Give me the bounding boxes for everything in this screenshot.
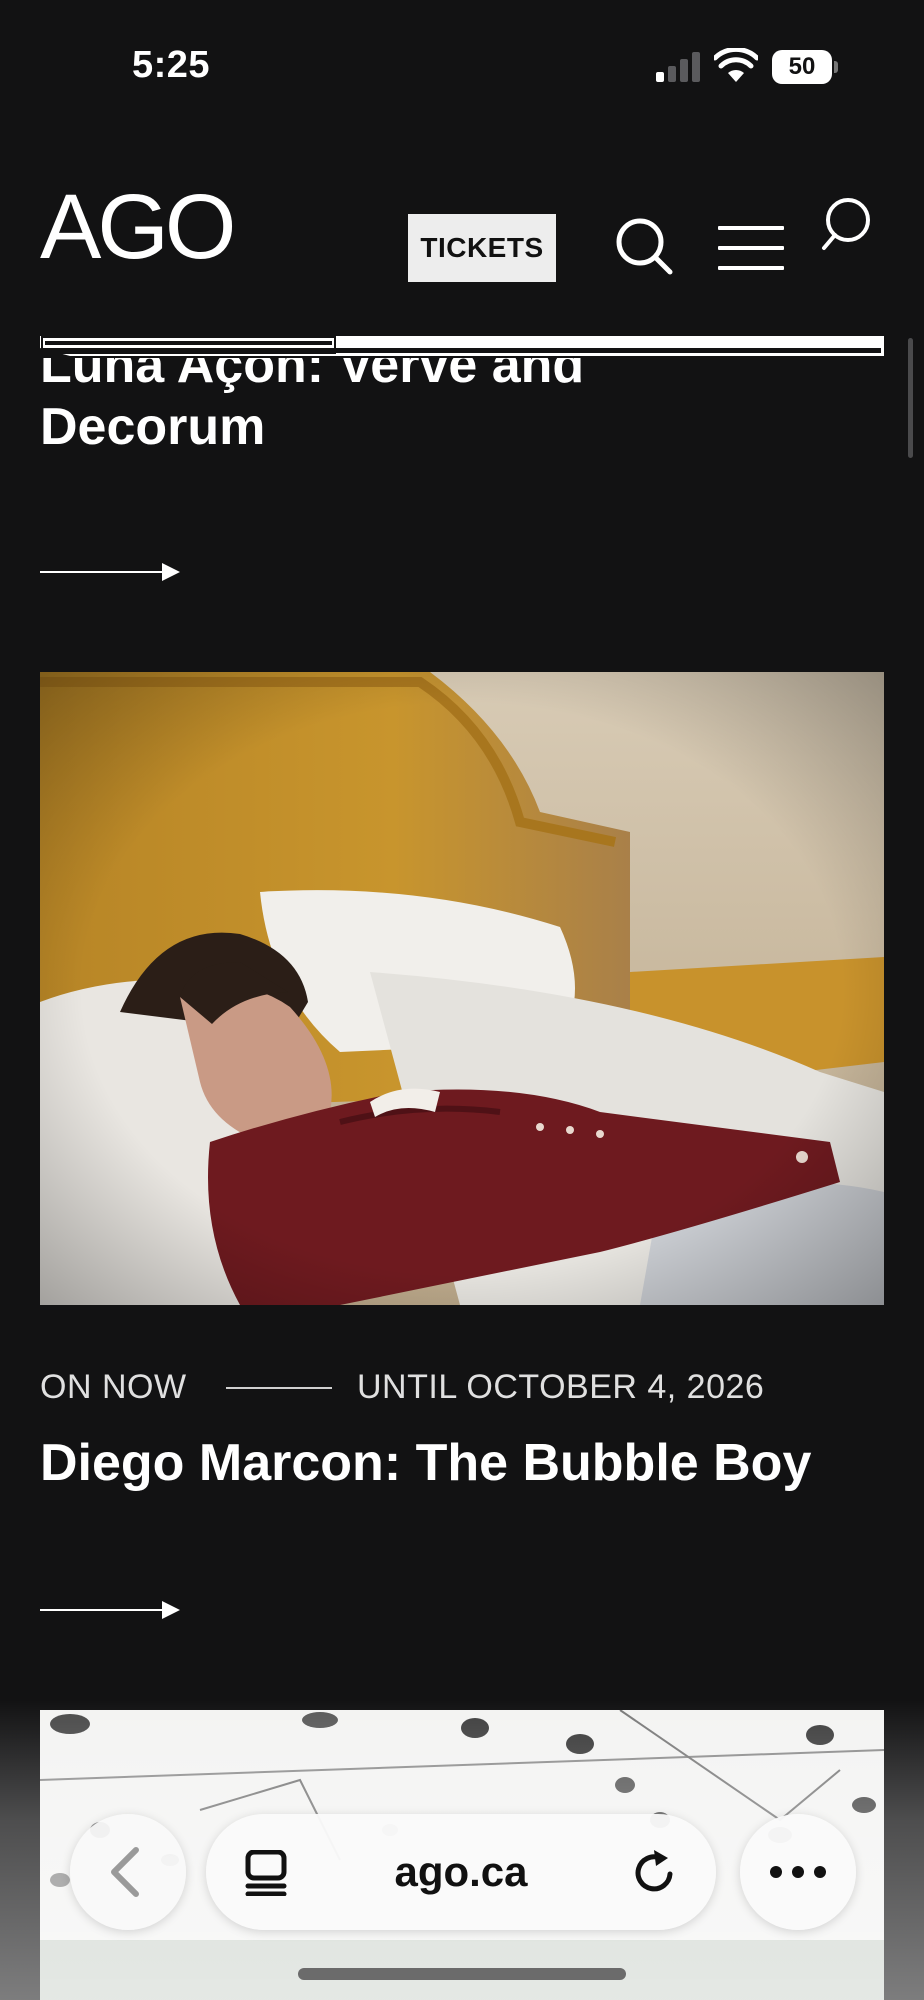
page-scrollbar[interactable] bbox=[908, 338, 913, 458]
page: 5:25 50 AGO TICKETS Luna Açon: Verve and… bbox=[0, 0, 924, 2000]
tickets-button[interactable]: TICKETS bbox=[408, 214, 556, 282]
article-meta: ON NOW UNTIL OCTOBER 4, 2026 bbox=[40, 1368, 900, 1412]
status-time: 5:25 bbox=[132, 44, 211, 86]
cellular-signal-icon bbox=[656, 50, 702, 82]
battery-level: 50 bbox=[788, 53, 816, 80]
more-button[interactable] bbox=[740, 1814, 856, 1930]
search-icon[interactable] bbox=[614, 216, 674, 276]
article-title-line-2[interactable]: Decorum bbox=[40, 396, 880, 458]
status-bar: 5:25 50 bbox=[0, 0, 924, 140]
status-label: ON NOW bbox=[40, 1368, 187, 1406]
home-indicator[interactable] bbox=[298, 1968, 626, 1980]
article-title[interactable]: Luna Açon: Verve and Decorum bbox=[40, 358, 880, 458]
more-dots-icon bbox=[770, 1866, 826, 1878]
date-range: UNTIL OCTOBER 4, 2026 bbox=[357, 1368, 765, 1406]
logo-text: AGO bbox=[40, 182, 233, 268]
back-button[interactable] bbox=[70, 1814, 186, 1930]
exhibition-image-bubble-boy[interactable] bbox=[40, 672, 884, 1305]
wifi-icon bbox=[714, 48, 758, 82]
reload-icon[interactable] bbox=[630, 1848, 678, 1896]
carousel-progress-bar bbox=[40, 336, 884, 356]
article-title-line-1[interactable]: Luna Açon: Verve and bbox=[40, 358, 880, 396]
ago-logo[interactable]: AGO bbox=[40, 182, 270, 268]
address-bar[interactable]: ago.ca bbox=[206, 1814, 716, 1930]
article-title[interactable]: Diego Marcon: The Bubble Boy bbox=[40, 1432, 900, 1494]
meta-divider bbox=[226, 1387, 332, 1389]
site-search-icon[interactable] bbox=[820, 196, 880, 256]
battery-icon: 50 bbox=[772, 50, 838, 84]
article-title-clip: Luna Açon: Verve and Decorum bbox=[0, 358, 924, 478]
back-chevron-icon bbox=[111, 1847, 139, 1897]
article-link-arrow[interactable] bbox=[40, 1598, 180, 1622]
menu-icon[interactable] bbox=[718, 224, 788, 274]
article-link-arrow[interactable] bbox=[40, 560, 180, 584]
